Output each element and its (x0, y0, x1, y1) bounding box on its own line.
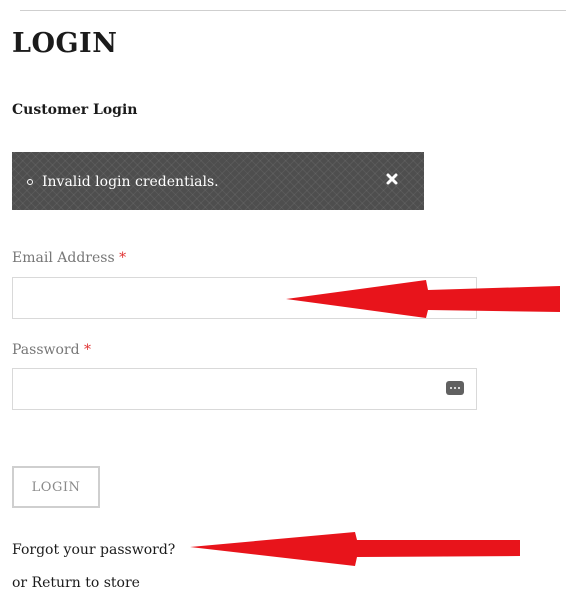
bullet-icon (27, 179, 33, 185)
password-label: Password * (12, 342, 91, 358)
customer-login-subtitle: Customer Login (12, 102, 138, 118)
login-page: LOGIN Customer Login Invalid login crede… (0, 0, 566, 606)
forgot-password-link[interactable]: Forgot your password? (12, 542, 175, 558)
close-icon[interactable] (384, 171, 400, 187)
password-field[interactable] (12, 368, 477, 410)
error-text: Invalid login credentials. (42, 174, 219, 190)
required-marker: * (119, 250, 127, 266)
password-manager-icon[interactable] (446, 381, 464, 395)
or-text: or (12, 575, 28, 591)
password-label-text: Password (12, 342, 80, 358)
email-label-text: Email Address (12, 250, 115, 266)
required-marker: * (84, 342, 92, 358)
error-alert: Invalid login credentials. (12, 152, 424, 210)
return-to-store-link[interactable]: Return to store (32, 575, 140, 591)
top-divider (20, 10, 566, 11)
page-title: LOGIN (12, 28, 118, 59)
left-arrow-annotation-icon (190, 532, 520, 566)
email-label: Email Address * (12, 250, 126, 266)
error-message: Invalid login credentials. (27, 174, 219, 190)
login-button[interactable]: LOGIN (12, 466, 100, 508)
email-field[interactable] (12, 277, 477, 319)
return-line: or Return to store (12, 575, 140, 591)
